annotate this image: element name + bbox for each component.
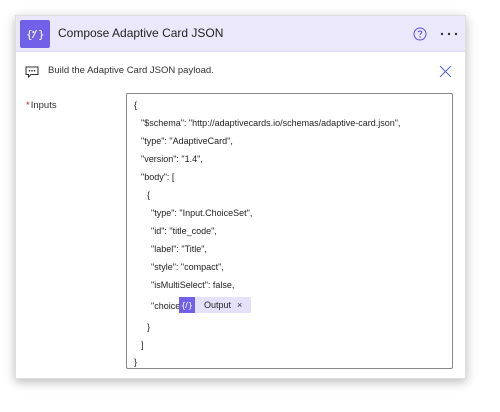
close-icon[interactable] xyxy=(439,65,452,78)
json-line: { xyxy=(147,190,151,200)
json-line: "body": [ xyxy=(141,172,175,182)
inputs-label-text: Inputs xyxy=(30,100,57,111)
help-icon[interactable] xyxy=(412,26,428,42)
json-line: "type": "Input.ChoiceSet", xyxy=(151,208,253,218)
comment-icon xyxy=(25,65,39,79)
compose-variable-icon: { } xyxy=(20,20,50,48)
json-line: "type": "AdaptiveCard", xyxy=(141,136,233,146)
json-line: "isMultiSelect": false, xyxy=(151,280,235,290)
svg-text:}: } xyxy=(188,301,193,310)
json-line: "id": "title_code", xyxy=(151,226,217,236)
svg-text:{: { xyxy=(181,301,186,310)
action-header[interactable]: { } Compose Adaptive Card JSON xyxy=(16,16,465,52)
more-options-icon[interactable] xyxy=(439,26,459,42)
inputs-label: *Inputs xyxy=(26,100,57,111)
comment-row: Build the Adaptive Card JSON payload. xyxy=(16,52,465,92)
dynamic-content-token[interactable]: { } Output × xyxy=(179,297,251,313)
json-line: ] xyxy=(141,340,144,350)
inputs-field[interactable]: { "$schema": "http://adaptivecards.io/sc… xyxy=(126,93,453,369)
json-line: "style": "compact", xyxy=(151,262,224,272)
action-card: { } Compose Adaptive Card JSON Build the… xyxy=(15,15,466,379)
remove-token-button[interactable]: × xyxy=(237,300,242,310)
svg-text:{: { xyxy=(26,28,33,41)
json-line: "$schema": "http://adaptivecards.io/sche… xyxy=(141,118,401,128)
json-line: "label": "Title", xyxy=(151,244,207,254)
json-line: } xyxy=(134,357,138,367)
required-marker: * xyxy=(26,100,30,111)
token-label: Output xyxy=(204,300,232,310)
comment-text[interactable]: Build the Adaptive Card JSON payload. xyxy=(48,65,214,76)
action-title: Compose Adaptive Card JSON xyxy=(58,26,224,40)
json-line: "version": "1.4", xyxy=(141,154,203,164)
expression-icon: { } xyxy=(179,297,195,313)
svg-text:}: } xyxy=(38,28,44,41)
json-line: } xyxy=(147,322,151,332)
json-line: { xyxy=(134,100,138,110)
